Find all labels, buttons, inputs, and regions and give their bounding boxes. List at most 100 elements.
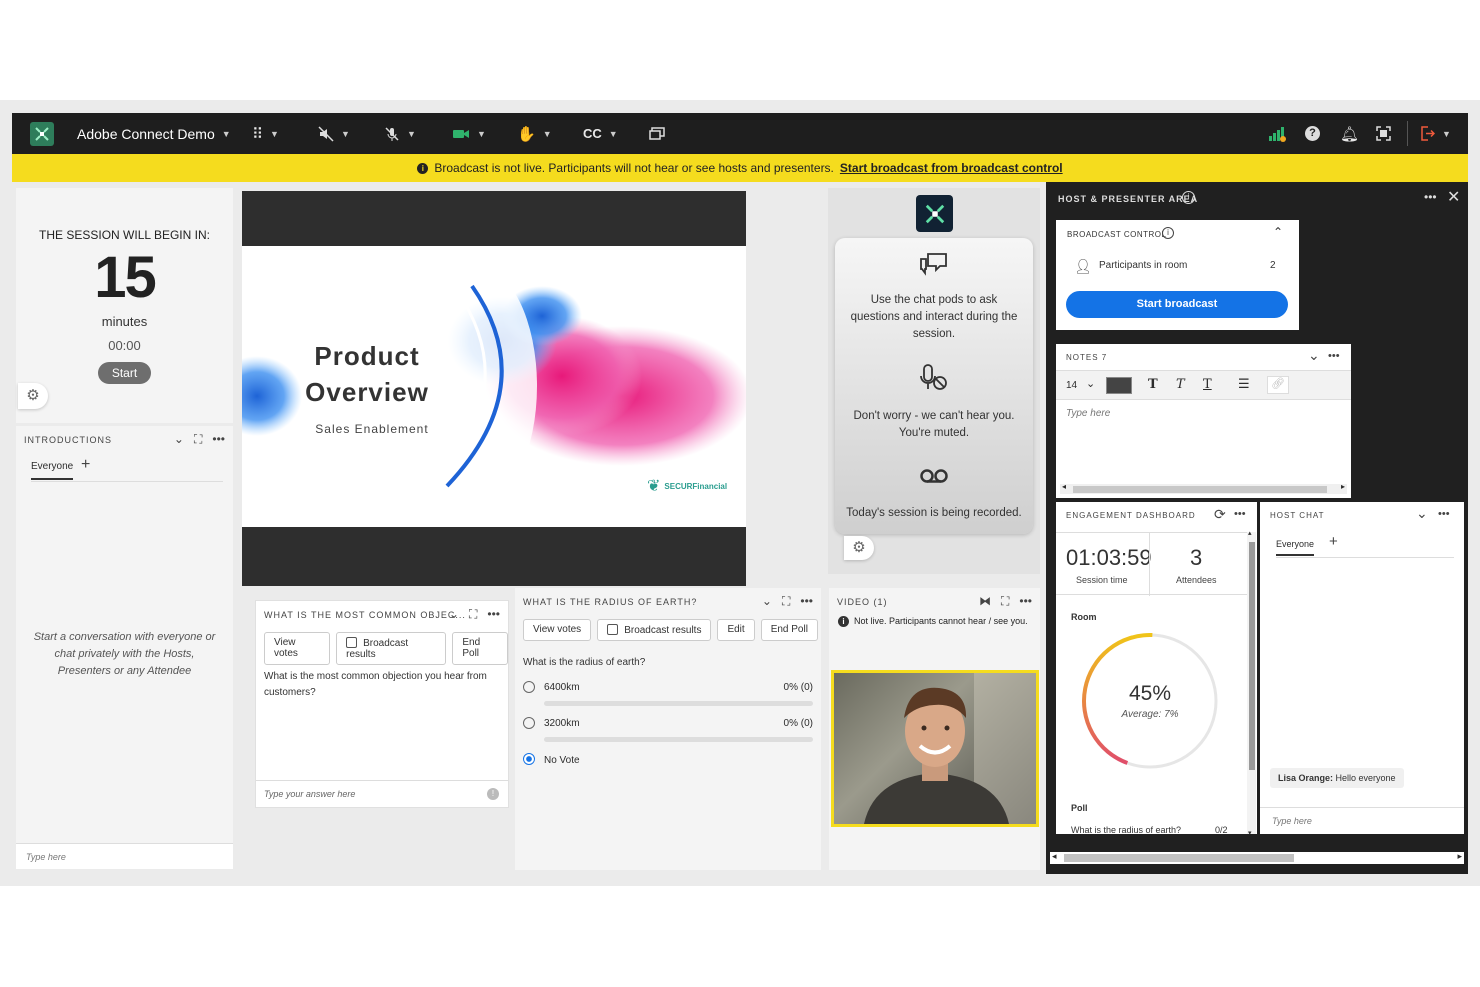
- poll-answer-input[interactable]: Type your answer here !: [256, 780, 508, 807]
- text-color-swatch[interactable]: [1106, 377, 1132, 394]
- more-options-icon[interactable]: •••: [487, 607, 500, 622]
- bulleted-list-icon[interactable]: ☰: [1238, 376, 1250, 392]
- chat-tab-everyone[interactable]: Everyone: [1276, 539, 1315, 556]
- share-screen-icon: [649, 126, 665, 140]
- option-radio-selected[interactable]: [523, 753, 535, 765]
- scroll-thumb[interactable]: [1249, 542, 1255, 770]
- chevron-down-icon[interactable]: ⌄: [762, 594, 772, 609]
- more-options-icon[interactable]: •••: [1234, 508, 1246, 520]
- participants-label: Participants in room: [1099, 260, 1188, 271]
- scroll-down-icon[interactable]: ▾: [1248, 829, 1252, 837]
- info-card: Use the chat pods to ask questions and i…: [835, 238, 1033, 534]
- share-button[interactable]: [649, 113, 665, 154]
- speaker-menu[interactable]: ▼: [318, 113, 350, 154]
- microphone-menu[interactable]: ▼: [384, 113, 416, 154]
- chevron-down-icon[interactable]: ⌄: [449, 607, 459, 622]
- more-options-icon[interactable]: •••: [1424, 190, 1437, 204]
- more-options-icon[interactable]: •••: [1019, 594, 1032, 609]
- chat-tab-everyone[interactable]: Everyone: [31, 461, 74, 480]
- chevron-down-icon[interactable]: ⌄: [1308, 347, 1320, 364]
- scroll-right-icon[interactable]: ▸: [1457, 851, 1462, 862]
- signal-bars-icon: [1269, 126, 1286, 142]
- timer-clock: 00:00: [108, 338, 141, 353]
- view-votes-button[interactable]: View votes: [264, 632, 331, 665]
- recording-icon: [920, 469, 948, 483]
- maximize-icon[interactable]: ⛶: [194, 432, 202, 447]
- add-tab-icon[interactable]: +: [81, 456, 90, 474]
- start-broadcast-link[interactable]: Start broadcast from broadcast control: [840, 161, 1063, 175]
- chevron-down-icon[interactable]: ⌄: [174, 432, 184, 447]
- camera-menu[interactable]: ▼: [452, 113, 486, 154]
- bold-icon[interactable]: T: [1148, 377, 1158, 392]
- scroll-thumb[interactable]: [1064, 854, 1294, 862]
- edit-poll-button[interactable]: Edit: [717, 619, 755, 641]
- end-poll-button[interactable]: End Poll: [760, 619, 818, 641]
- apps-menu[interactable]: ⠿ ▼: [252, 113, 279, 154]
- broadcast-results-checkbox[interactable]: Broadcast results: [597, 619, 712, 641]
- scroll-left-icon[interactable]: ◂: [1062, 482, 1066, 491]
- more-options-icon[interactable]: •••: [212, 432, 225, 447]
- scroll-right-icon[interactable]: ▸: [1341, 482, 1345, 491]
- timer-settings-button[interactable]: ⚙: [18, 383, 48, 409]
- chevron-down-icon[interactable]: ⌄: [1086, 377, 1095, 390]
- app-logo-icon[interactable]: [30, 122, 54, 146]
- send-icon[interactable]: !: [487, 788, 499, 800]
- option-radio[interactable]: [523, 717, 535, 729]
- info-icon[interactable]: i: [1182, 191, 1195, 204]
- scroll-thumb[interactable]: [1073, 486, 1327, 493]
- help-button[interactable]: ?: [1305, 113, 1320, 154]
- mirror-icon[interactable]: ⧓: [979, 594, 991, 609]
- info-icon[interactable]: i: [1162, 227, 1174, 239]
- close-icon[interactable]: ✕: [1447, 187, 1460, 207]
- fullscreen-icon: [1376, 126, 1391, 141]
- end-poll-button[interactable]: End Poll: [452, 632, 508, 665]
- fullscreen-button[interactable]: [1376, 113, 1391, 154]
- option-radio[interactable]: [523, 681, 535, 693]
- exit-icon: [1421, 126, 1435, 141]
- italic-icon[interactable]: T: [1176, 377, 1185, 392]
- notifications-button[interactable]: 🔔︎: [1340, 113, 1359, 154]
- connection-status[interactable]: [1268, 113, 1286, 154]
- timer-start-button[interactable]: Start: [98, 362, 151, 384]
- maximize-icon[interactable]: ⛶: [782, 594, 790, 609]
- video-status: Not live. Participants cannot hear / see…: [854, 616, 1028, 626]
- notes-horizontal-scrollbar[interactable]: ◂ ▸: [1060, 482, 1347, 494]
- pod-title: WHAT IS THE RADIUS OF EARTH?: [523, 597, 698, 607]
- notes-editor[interactable]: Type here: [1066, 408, 1110, 419]
- host-chat-pod: HOST CHAT ⌄ ••• Everyone + Lisa Orange: …: [1260, 502, 1464, 834]
- bell-icon: 🔔︎: [1340, 125, 1360, 143]
- scroll-up-icon[interactable]: ▴: [1248, 529, 1252, 537]
- underline-icon[interactable]: T: [1203, 377, 1212, 392]
- refresh-icon[interactable]: ⟳: [1214, 506, 1226, 523]
- more-options-icon[interactable]: •••: [800, 594, 813, 609]
- exit-menu[interactable]: ▼: [1420, 113, 1451, 154]
- meeting-menu[interactable]: Adobe Connect Demo ▼: [77, 113, 231, 154]
- raise-hand-menu[interactable]: ✋ ▼: [517, 113, 552, 154]
- chevron-up-icon[interactable]: ⌃: [1273, 225, 1283, 239]
- more-options-icon[interactable]: •••: [1328, 350, 1340, 362]
- link-icon[interactable]: 🔗︎: [1267, 376, 1289, 394]
- start-broadcast-button[interactable]: Start broadcast: [1066, 291, 1288, 318]
- maximize-icon[interactable]: ⛶: [1001, 594, 1009, 609]
- option-result-bar: [544, 701, 813, 706]
- add-tab-icon[interactable]: +: [1329, 533, 1338, 550]
- host-area-horizontal-scrollbar[interactable]: ◂ ▸: [1050, 851, 1464, 864]
- option-label: 3200km: [544, 718, 580, 729]
- font-size-select[interactable]: 14: [1066, 380, 1077, 391]
- chevron-down-icon[interactable]: ⌄: [1416, 505, 1428, 522]
- maximize-icon[interactable]: ⛶: [469, 607, 477, 622]
- more-options-icon[interactable]: •••: [1438, 508, 1450, 520]
- pod-title: HOST CHAT: [1270, 511, 1325, 520]
- captions-menu[interactable]: CC ▼: [583, 113, 618, 154]
- logo-text: SECURFinancial: [664, 481, 728, 491]
- pod-title: ENGAGEMENT DASHBOARD: [1066, 511, 1196, 520]
- broadcast-results-checkbox[interactable]: Broadcast results: [336, 632, 447, 665]
- participant-video[interactable]: [831, 670, 1039, 827]
- info-settings-button[interactable]: ⚙: [844, 536, 874, 560]
- scroll-left-icon[interactable]: ◂: [1052, 851, 1057, 862]
- chat-input[interactable]: Type here: [16, 843, 233, 869]
- view-votes-button[interactable]: View votes: [523, 619, 592, 641]
- chat-input[interactable]: Type here: [1260, 807, 1464, 834]
- poll-question: What is the radius of earth?: [1071, 825, 1182, 835]
- engagement-vertical-scrollbar[interactable]: ▴ ▾: [1247, 529, 1256, 837]
